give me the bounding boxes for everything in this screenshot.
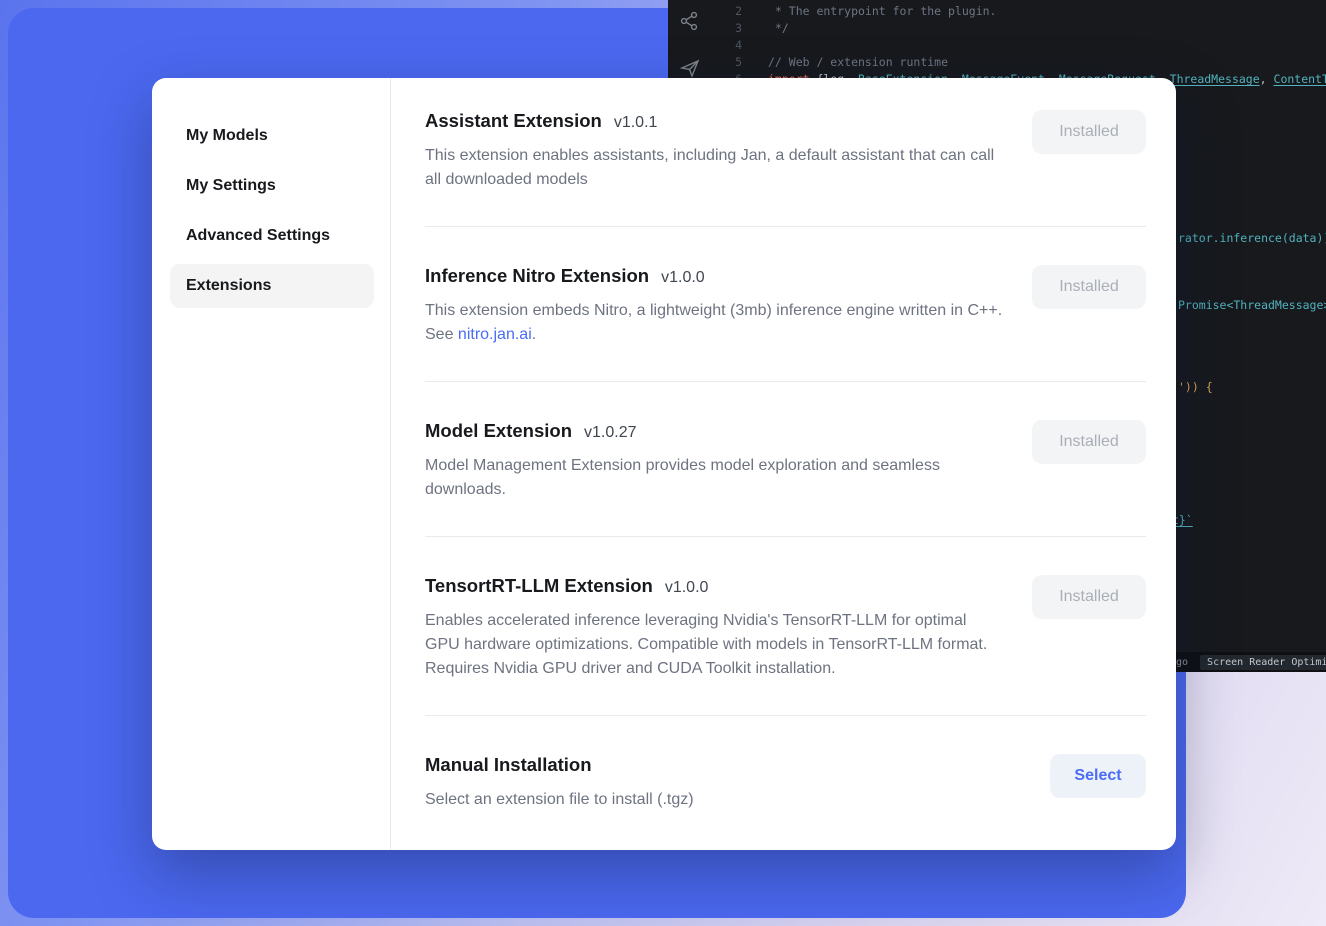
extension-row: Assistant Extension v1.0.1 This extension …	[425, 110, 1146, 227]
extension-row: TensortRT-LLM Extension v1.0.0 Enables acc…	[425, 537, 1146, 716]
extension-description: This extension enables assistants, inclu…	[425, 144, 1005, 192]
extension-info: Assistant Extension v1.0.1 This extension …	[425, 110, 1005, 192]
extension-description: Select an extension file to install (.tg…	[425, 788, 694, 812]
sidebar-item-advanced-settings[interactable]: Advanced Settings	[170, 214, 374, 258]
code-fragment: rator.inference(data));	[1178, 230, 1326, 247]
extension-name: TensortRT-LLM Extension	[425, 575, 653, 597]
status-text: go	[1176, 657, 1188, 668]
line-number: 2	[714, 3, 742, 20]
extension-name: Model Extension	[425, 420, 572, 442]
extension-info: TensortRT-LLM Extension v1.0.0 Enables acc…	[425, 575, 1005, 681]
extension-name: Manual Installation	[425, 754, 592, 776]
sidebar-item-extensions[interactable]: Extensions	[170, 264, 374, 308]
nitro-link[interactable]: nitro.jan.ai	[458, 326, 532, 343]
code-fragment: ')) {	[1178, 379, 1213, 396]
code-fragment: Promise<ThreadMessage>	[1178, 297, 1326, 314]
sidebar-item-my-settings[interactable]: My Settings	[170, 164, 374, 208]
extension-name: Inference Nitro Extension	[425, 265, 649, 287]
extension-version: v1.0.27	[584, 424, 636, 442]
code-line: 3 */	[714, 20, 1326, 37]
code-line: 2 * The entrypoint for the plugin.	[714, 3, 1326, 20]
sidebar-item-my-models[interactable]: My Models	[170, 114, 374, 158]
extension-description: Model Management Extension provides mode…	[425, 454, 1005, 502]
extension-row: Model Extension v1.0.27 Model Management E…	[425, 382, 1146, 537]
extension-description: Enables accelerated inference leveraging…	[425, 609, 1005, 681]
extension-version: v1.0.1	[614, 114, 658, 132]
extension-name: Assistant Extension	[425, 110, 602, 132]
extension-row: Inference Nitro Extension v1.0.0 This exte…	[425, 227, 1146, 382]
installed-button[interactable]: Installed	[1032, 420, 1146, 464]
extensions-list: Assistant Extension v1.0.1 This extension …	[391, 78, 1176, 850]
settings-sidebar: My Models My Settings Advanced Settings Ext…	[152, 78, 391, 850]
desktop-background: 2 * The entrypoint for the plugin.3 */45…	[0, 0, 1326, 926]
screen-reader-status-badge[interactable]: Screen Reader Optimize	[1200, 655, 1326, 670]
installed-button[interactable]: Installed	[1032, 575, 1146, 619]
extension-info: Manual Installation Select an extension f…	[425, 754, 694, 812]
line-number: 3	[714, 20, 742, 37]
extension-version: v1.0.0	[665, 579, 709, 597]
extension-info: Model Extension v1.0.27 Model Management E…	[425, 420, 1005, 502]
code-area: 2 * The entrypoint for the plugin.3 */45…	[714, 3, 1326, 88]
settings-modal: My Models My Settings Advanced Settings Ext…	[152, 78, 1176, 850]
git-branch-icon[interactable]	[678, 10, 700, 35]
code-line: 4	[714, 37, 1326, 54]
extension-row: Manual Installation Select an extension f…	[425, 716, 1146, 846]
code-line: 5// Web / extension runtime	[714, 54, 1326, 71]
select-button[interactable]: Select	[1050, 754, 1146, 798]
line-number: 4	[714, 37, 742, 54]
line-number: 5	[714, 54, 742, 71]
extension-description: This extension embeds Nitro, a lightweig…	[425, 299, 1005, 347]
installed-button[interactable]: Installed	[1032, 110, 1146, 154]
extension-info: Inference Nitro Extension v1.0.0 This exte…	[425, 265, 1005, 347]
extension-version: v1.0.0	[661, 269, 705, 287]
installed-button[interactable]: Installed	[1032, 265, 1146, 309]
